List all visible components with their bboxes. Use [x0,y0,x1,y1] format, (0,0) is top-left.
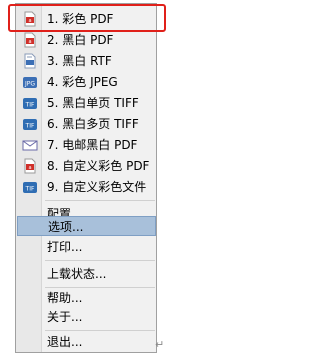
svg-text:a: a [28,39,31,45]
menu-item-label: 3. 黑白 RTF [47,54,112,68]
menu-item-label: 选项... [48,220,84,234]
menu-item-label: 7. 电邮黑白 PDF [47,138,138,152]
menu-item-email-bw-pdf[interactable]: 7. 电邮黑白 PDF [17,135,156,155]
jpeg-icon: JPG [23,77,37,88]
svg-text:a: a [28,165,31,171]
menu-separator [45,260,155,261]
menu-item-bw-pdf[interactable]: a 2. 黑白 PDF [17,30,156,50]
menu-item-bw-single-tiff[interactable]: TIF 5. 黑白单页 TIFF [17,93,156,113]
menu-item-label: 6. 黑白多页 TIFF [47,117,139,131]
menu-separator [45,330,155,331]
menu-item-label: 8. 自定义彩色 PDF [47,159,150,173]
pdf-icon: a [24,32,36,48]
menu-item-exit[interactable]: 退出... [17,332,156,352]
svg-text:TIF: TIF [25,123,35,130]
menu-item-label: 4. 彩色 JPEG [47,75,118,89]
svg-text:TIF: TIF [25,102,35,109]
email-icon [22,140,38,151]
tiff-icon: TIF [23,98,37,109]
context-menu: a 1. 彩色 PDF a 2. 黑白 PDF 3. 黑白 RTF JPG 4.… [15,3,157,353]
svg-text:JPG: JPG [24,81,35,88]
menu-item-label: 打印... [47,240,83,254]
menu-item-options[interactable]: 选项... [17,216,156,236]
menu-item-color-pdf[interactable]: a 1. 彩色 PDF [17,9,156,29]
menu-item-custom-color-file[interactable]: TIF 9. 自定义彩色文件 [17,177,156,197]
menu-item-label: 5. 黑白单页 TIFF [47,96,139,110]
menu-item-help[interactable]: 帮助... [17,288,156,308]
menu-item-bw-rtf[interactable]: 3. 黑白 RTF [17,51,156,71]
menu-item-label: 上载状态... [47,267,107,281]
menu-item-print[interactable]: 打印... [17,237,156,257]
menu-item-custom-color-pdf[interactable]: a 8. 自定义彩色 PDF [17,156,156,176]
menu-item-color-jpeg[interactable]: JPG 4. 彩色 JPEG [17,72,156,92]
svg-text:a: a [28,18,31,24]
pdf-icon: a [24,158,36,174]
menu-item-about[interactable]: 关于... [17,307,156,327]
screen: a 1. 彩色 PDF a 2. 黑白 PDF 3. 黑白 RTF JPG 4.… [0,0,307,357]
tiff-icon: TIF [23,182,37,193]
rtf-icon [24,53,36,69]
menu-item-label: 关于... [47,310,83,324]
return-mark-icon: ↵ [155,338,165,351]
menu-item-label: 9. 自定义彩色文件 [47,180,147,194]
pdf-icon: a [24,11,36,27]
menu-item-upload-status[interactable]: 上载状态... [17,264,156,284]
tiff-icon: TIF [23,119,37,130]
menu-item-label: 2. 黑白 PDF [47,33,114,47]
menu-item-label: 帮助... [47,291,83,305]
menu-item-bw-multi-tiff[interactable]: TIF 6. 黑白多页 TIFF [17,114,156,134]
menu-separator [45,200,155,201]
menu-item-label: 1. 彩色 PDF [47,12,114,26]
svg-text:TIF: TIF [25,186,35,193]
menu-item-label: 退出... [47,335,83,349]
